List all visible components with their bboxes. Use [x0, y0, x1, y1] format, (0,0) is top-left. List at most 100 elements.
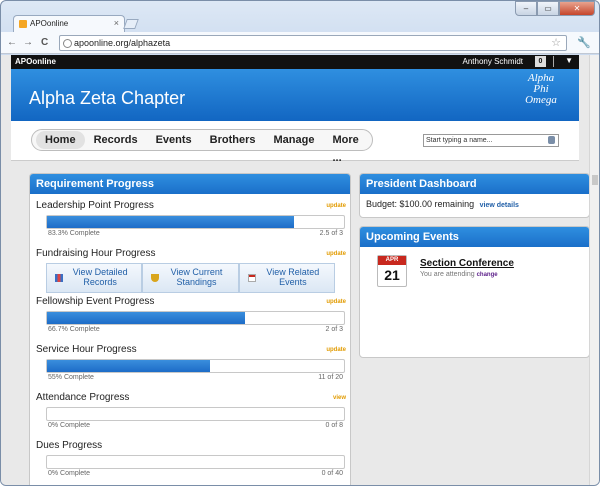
scrollbar-thumb[interactable] — [592, 175, 598, 185]
budget-text: Budget: $100.00 remaining — [366, 199, 475, 209]
site-topbar: APOonline Anthony Schmidt 0 ▼ — [11, 55, 579, 69]
chapter-header: Alpha Zeta Chapter Alpha Phi Omega — [11, 69, 579, 121]
progress-percent: 55% Complete — [48, 374, 94, 381]
page-content: APOonline Anthony Schmidt 0 ▼ Alpha Zeta… — [1, 55, 589, 485]
forward-button[interactable]: → — [23, 37, 33, 48]
button-line: Standings — [176, 277, 217, 287]
tab-title: APOonline — [30, 19, 69, 28]
progress-title: Fundraising Hour Progress — [36, 248, 156, 259]
browser-window: APOonline × – ▭ ✕ ← → C apoonline.org/al… — [0, 0, 600, 486]
progress-row-service: Service Hour Progress update 55% Complet… — [36, 344, 346, 381]
page-title: Alpha Zeta Chapter — [29, 88, 186, 108]
search-placeholder: Start typing a name... — [426, 137, 493, 144]
progress-bar — [46, 311, 345, 325]
button-line: Events — [279, 277, 307, 287]
progress-fill — [47, 360, 211, 372]
progress-percent: 83.3% Complete — [48, 230, 100, 237]
update-link[interactable]: update — [326, 203, 346, 209]
progress-row-fundraising: Fundraising Hour Progress update View De… — [36, 248, 346, 293]
button-line: View Related — [266, 267, 320, 277]
progress-percent: 66.7% Complete — [48, 326, 100, 333]
reload-button[interactable]: C — [41, 37, 48, 48]
address-bar[interactable]: apoonline.org/alphazeta ☆ — [59, 35, 567, 51]
button-line: View Current — [170, 267, 223, 277]
new-tab-button[interactable] — [123, 19, 139, 29]
button-line: Records — [83, 277, 117, 287]
chart-icon — [55, 274, 63, 282]
progress-row-dues: Dues Progress 0% Complete 0 of 40 — [36, 440, 346, 477]
browser-tab[interactable]: APOonline × — [13, 15, 125, 32]
progress-fill — [47, 216, 295, 228]
back-button[interactable]: ← — [7, 37, 17, 48]
nav-events[interactable]: Events — [147, 131, 201, 149]
browser-toolbar: ← → C apoonline.org/alphazeta ☆ 🔧 — [1, 32, 599, 54]
calendar-month: APR — [378, 256, 406, 265]
progress-row-attendance: Attendance Progress view 0% Complete 0 o… — [36, 392, 346, 429]
progress-bar — [46, 359, 345, 373]
progress-count: 2 of 3 — [325, 326, 343, 333]
notification-count[interactable]: 0 — [535, 56, 546, 67]
calendar-day: 21 — [384, 267, 400, 283]
name-search-input[interactable]: Start typing a name... — [423, 134, 559, 147]
progress-title: Attendance Progress — [36, 392, 130, 403]
update-link[interactable]: update — [326, 251, 346, 257]
action-buttons: View Detailed Records View Current Stand… — [46, 263, 335, 293]
bookmark-star-icon[interactable]: ☆ — [551, 36, 561, 49]
button-line: View Detailed — [72, 267, 128, 277]
progress-count: 11 of 20 — [318, 374, 343, 381]
event-status: You are attending change — [420, 271, 498, 278]
close-button[interactable]: ✕ — [559, 1, 595, 16]
event-title-link[interactable]: Section Conference — [420, 258, 514, 269]
update-link[interactable]: update — [326, 299, 346, 305]
main-nav: Home Records Events Brothers Manage More… — [11, 121, 579, 164]
progress-fill — [47, 312, 246, 324]
progress-bar — [46, 407, 345, 421]
favicon-icon — [19, 20, 27, 28]
event-calendar-icon: APR 21 — [377, 255, 407, 287]
person-search-icon — [548, 136, 555, 144]
progress-row-leadership: Leadership Point Progress update 83.3% C… — [36, 200, 346, 237]
user-name[interactable]: Anthony Schmidt — [463, 57, 523, 66]
window-controls: – ▭ ✕ — [515, 1, 595, 18]
globe-icon — [63, 39, 72, 48]
president-dashboard: President Dashboard Budget: $100.00 rema… — [359, 173, 589, 218]
tab-close-icon[interactable]: × — [114, 18, 119, 28]
wrench-icon[interactable]: 🔧 — [577, 36, 591, 49]
progress-title: Service Hour Progress — [36, 344, 137, 355]
upcoming-events: Upcoming Events APR 21 Section Conferenc… — [359, 226, 589, 358]
scrollbar[interactable] — [589, 55, 599, 485]
president-title: President Dashboard — [360, 174, 589, 194]
nav-more[interactable]: More ... — [323, 131, 372, 164]
tab-bar: APOonline × – ▭ ✕ — [1, 1, 599, 32]
brand-label: APOonline — [15, 57, 56, 66]
progress-title: Leadership Point Progress — [36, 200, 154, 211]
nav-brothers[interactable]: Brothers — [201, 131, 265, 149]
progress-count: 0 of 40 — [321, 470, 343, 477]
url-text: apoonline.org/alphazeta — [74, 38, 171, 48]
progress-count: 0 of 8 — [325, 422, 343, 429]
attending-text: You are attending — [420, 271, 475, 278]
calendar-icon — [247, 274, 256, 282]
progress-bar — [46, 215, 345, 229]
view-link[interactable]: view — [333, 395, 346, 401]
progress-title: Dues Progress — [36, 440, 103, 451]
requirement-panel: Requirement Progress Leadership Point Pr… — [29, 173, 351, 485]
view-related-events-button[interactable]: View Related Events — [238, 263, 335, 293]
requirement-title: Requirement Progress — [30, 174, 350, 194]
user-menu-arrow-icon[interactable]: ▼ — [565, 56, 573, 65]
nav-records[interactable]: Records — [85, 131, 147, 149]
update-link[interactable]: update — [326, 347, 346, 353]
nav-manage[interactable]: Manage — [265, 131, 324, 149]
view-detailed-records-button[interactable]: View Detailed Records — [46, 263, 143, 293]
view-current-standings-button[interactable]: View Current Standings — [142, 263, 239, 293]
view-details-link[interactable]: view details — [480, 202, 519, 209]
change-link[interactable]: change — [477, 272, 498, 278]
nav-pill: Home Records Events Brothers Manage More… — [31, 129, 373, 164]
apo-logo: Alpha Phi Omega — [519, 73, 563, 106]
progress-percent: 0% Complete — [48, 422, 91, 429]
nav-home[interactable]: Home — [36, 131, 85, 149]
minimize-button[interactable]: – — [515, 1, 537, 16]
maximize-button[interactable]: ▭ — [537, 1, 559, 16]
divider — [553, 56, 554, 67]
progress-percent: 0% Complete — [48, 470, 91, 477]
